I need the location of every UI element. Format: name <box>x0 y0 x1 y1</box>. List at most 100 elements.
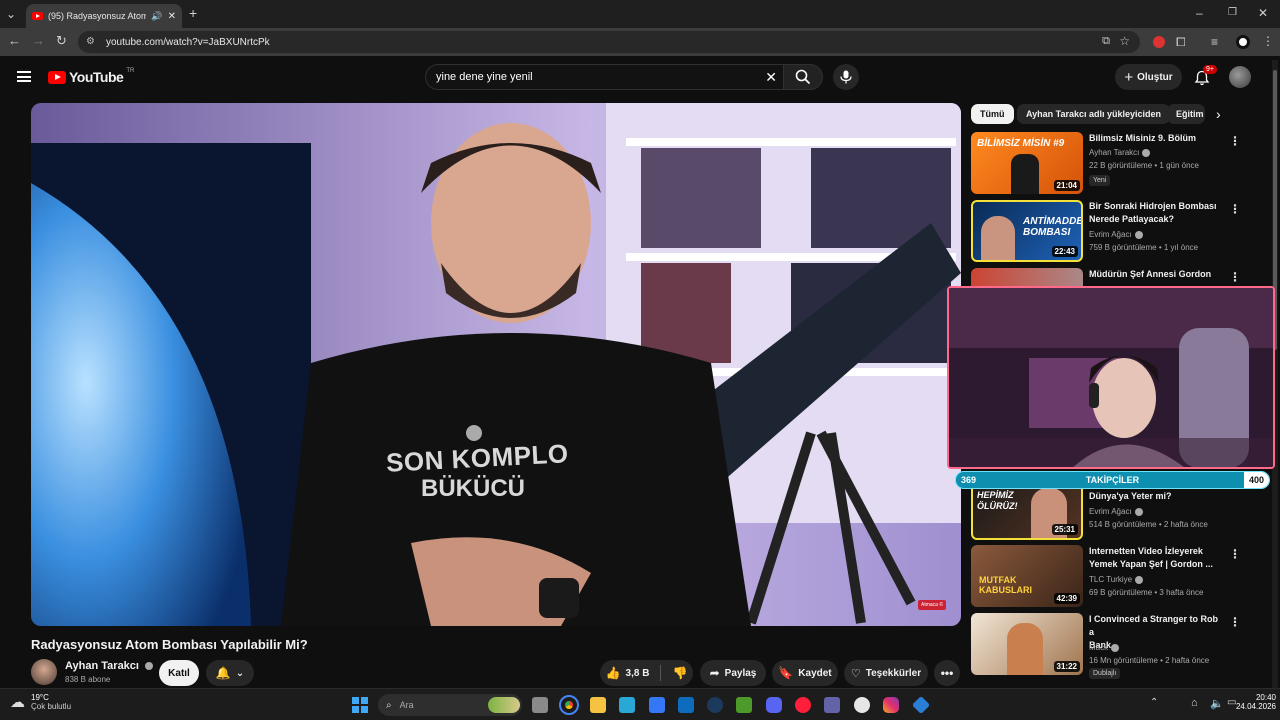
channel-name[interactable]: Ayhan Tarakcı <box>65 660 154 672</box>
install-icon[interactable]: ⧉ <box>1102 35 1110 48</box>
notifications-button[interactable]: 9+ <box>1192 65 1217 88</box>
dislike-button[interactable]: 👎 <box>672 666 687 680</box>
share-button[interactable]: ➦ Paylaş <box>700 660 766 686</box>
file-explorer-icon[interactable] <box>590 697 606 713</box>
outlook-icon[interactable] <box>678 697 694 713</box>
list-item[interactable]: BİLİMSİZ MİSİN #9 21:04 Bilimsiz Misiniz… <box>971 132 1261 194</box>
volume-icon[interactable]: 🔈 <box>1210 697 1224 710</box>
maximize-icon[interactable]: ❐ <box>1228 7 1237 19</box>
browser-tab[interactable]: (95) Radyasyonsuz Atom Bo 🔊 ✕ <box>26 4 182 28</box>
rec-title[interactable]: Bilimsiz Misiniz 9. Bölüm <box>1089 132 1224 145</box>
instagram-icon[interactable] <box>883 697 899 713</box>
reload-icon[interactable]: ↻ <box>56 34 67 47</box>
plus-icon: + <box>1124 68 1134 86</box>
voice-search-button[interactable] <box>833 64 859 90</box>
thumbnail-text: MUTFAK KABUSLARI <box>979 575 1032 595</box>
verified-icon <box>1142 148 1151 157</box>
list-item[interactable]: MUTFAK KABUSLARI 42:39 Internetten Video… <box>971 545 1261 607</box>
discord-icon[interactable] <box>766 697 782 713</box>
tab-title: (95) Radyasyonsuz Atom Bo <box>48 11 147 21</box>
subscribe-bell-button[interactable]: 🔔 ⌄ <box>206 660 254 686</box>
channel-avatar[interactable] <box>31 659 57 685</box>
video-player[interactable]: SON KOMPLO BÜKÜCÜ Atmaca © <box>31 103 961 626</box>
forward-icon[interactable]: → <box>32 34 45 47</box>
account-avatar[interactable] <box>1229 66 1251 88</box>
search-button[interactable] <box>783 64 823 90</box>
teams-icon[interactable] <box>824 697 840 713</box>
rec-title[interactable]: Internetten Video İzleyerek Yemek Yapan Ş… <box>1089 545 1224 571</box>
media-control-icon[interactable]: ≡ <box>1211 36 1218 48</box>
more-actions-button[interactable]: ••• <box>934 660 960 686</box>
profile-avatar-icon[interactable] <box>1236 35 1250 49</box>
rec-channel[interactable]: TLC Turkiye <box>1089 575 1144 584</box>
more-vertical-icon[interactable]: ⋮ <box>1229 202 1241 216</box>
list-item[interactable]: ANTİMADDE BOMBASI 22:43 Bir Sonraki Hidr… <box>971 200 1261 262</box>
chrome-taskbar-icon[interactable] <box>559 695 579 715</box>
weather-widget[interactable]: ☁ 19°C Çok bulutlu <box>10 693 71 711</box>
bookmark-star-icon[interactable]: ☆ <box>1119 34 1130 48</box>
video-thumbnail[interactable]: MUTFAK KABUSLARI 42:39 <box>971 545 1083 607</box>
more-vertical-icon[interactable]: ⋮ <box>1229 134 1241 148</box>
clear-search-icon[interactable]: ✕ <box>765 69 777 86</box>
tab-close-icon[interactable]: ✕ <box>168 11 176 22</box>
tab-list-icon[interactable]: ⌄ <box>6 8 16 20</box>
rec-title[interactable]: Dünya'ya Yeter mi? <box>1089 490 1224 503</box>
chip-all-label: Tümü <box>980 109 1005 119</box>
window-close-icon[interactable]: ✕ <box>1258 7 1268 19</box>
tray-chevron-icon[interactable]: ⌃ <box>1150 697 1158 708</box>
video-thumbnail[interactable] <box>971 268 1083 286</box>
rec-meta: 514 B görüntüleme • 2 hafta önce <box>1089 520 1208 529</box>
chip-uploader[interactable]: Ayhan Tarakcı adlı yükleyiciden <box>1017 104 1171 124</box>
rec-title[interactable]: Bir Sonraki Hidrojen Bombası Nerede Patla… <box>1089 200 1224 226</box>
rec-title-line: Bilimsiz Misiniz 9. Bölüm <box>1089 133 1197 143</box>
rec-channel[interactable]: Ayhan Tarakcı <box>1089 148 1151 157</box>
more-vertical-icon[interactable]: ⋮ <box>1229 547 1241 561</box>
thanks-button[interactable]: ♡ Teşekkürler <box>844 660 928 686</box>
search-input[interactable]: yine dene yine yenil ✕ <box>425 64 783 90</box>
youtube-music-icon[interactable] <box>795 697 811 713</box>
chrome-menu-icon[interactable]: ⋮ <box>1262 35 1274 47</box>
list-item[interactable]: 31:22 I Convinced a Stranger to Rob a Ban… <box>971 613 1261 679</box>
chips-next-icon[interactable]: › <box>1216 106 1221 122</box>
video-thumbnail[interactable]: 31:22 <box>971 613 1083 675</box>
new-tab-icon[interactable]: + <box>189 6 197 20</box>
more-vertical-icon[interactable]: ⋮ <box>1229 615 1241 629</box>
minimize-icon[interactable]: – <box>1196 7 1203 19</box>
steam-icon[interactable] <box>707 697 723 713</box>
github-icon[interactable] <box>854 697 870 713</box>
url-field[interactable]: ⚙ youtube.com/watch?v=JaBXUNrtcPk ⧉ ☆ <box>78 31 1140 53</box>
region-code: TR <box>126 68 135 74</box>
join-button[interactable]: Katıl <box>159 660 199 686</box>
taskbar-search-placeholder: Ara <box>399 700 414 710</box>
app-icon-teal[interactable] <box>619 697 635 713</box>
minecraft-icon[interactable] <box>736 697 752 713</box>
create-button[interactable]: + Oluştur <box>1115 64 1182 90</box>
extensions-puzzle-icon[interactable]: ⧠ <box>1176 36 1186 48</box>
site-info-icon[interactable]: ⚙ <box>86 36 95 47</box>
rec-channel[interactable]: Evrim Ağacı <box>1089 507 1143 516</box>
network-icon[interactable]: ⌂ <box>1191 697 1198 709</box>
rec-title[interactable]: Müdürün Şef Annesi Gordon <box>1089 268 1224 281</box>
speaker-icon[interactable]: 🔊 <box>151 11 162 22</box>
taskbar-search-field[interactable]: ⌕ Ara <box>378 694 522 716</box>
youtube-logo[interactable]: YouTube TR <box>48 68 135 85</box>
like-button[interactable]: 👍 3,8 B <box>606 666 650 680</box>
video-thumbnail[interactable]: BİLİMSİZ MİSİN #9 21:04 <box>971 132 1083 194</box>
rec-channel[interactable]: Evrim Ağacı <box>1089 230 1143 239</box>
clock[interactable]: 20:40 24.04.2026 <box>1232 693 1276 711</box>
cloud-icon: ☁ <box>10 694 25 711</box>
rec-channel[interactable]: Mack <box>1089 643 1120 652</box>
more-vertical-icon[interactable]: ⋮ <box>1229 270 1241 284</box>
task-view-icon[interactable] <box>532 697 548 713</box>
save-button[interactable]: 🔖 Kaydet <box>772 660 838 686</box>
back-icon[interactable]: ← <box>8 34 21 47</box>
chip-education[interactable]: Eğitim <box>1167 104 1205 124</box>
start-button[interactable] <box>352 697 368 713</box>
app-icon-diamond[interactable] <box>911 695 931 715</box>
extension-red-icon[interactable] <box>1153 36 1165 48</box>
chip-all[interactable]: Tümü <box>971 104 1014 124</box>
store-icon[interactable] <box>649 697 665 713</box>
video-thumbnail[interactable]: ANTİMADDE BOMBASI 22:43 <box>971 200 1083 262</box>
list-item[interactable]: Müdürün Şef Annesi Gordon ⋮ <box>971 268 1261 286</box>
hamburger-menu-icon[interactable] <box>17 71 31 82</box>
